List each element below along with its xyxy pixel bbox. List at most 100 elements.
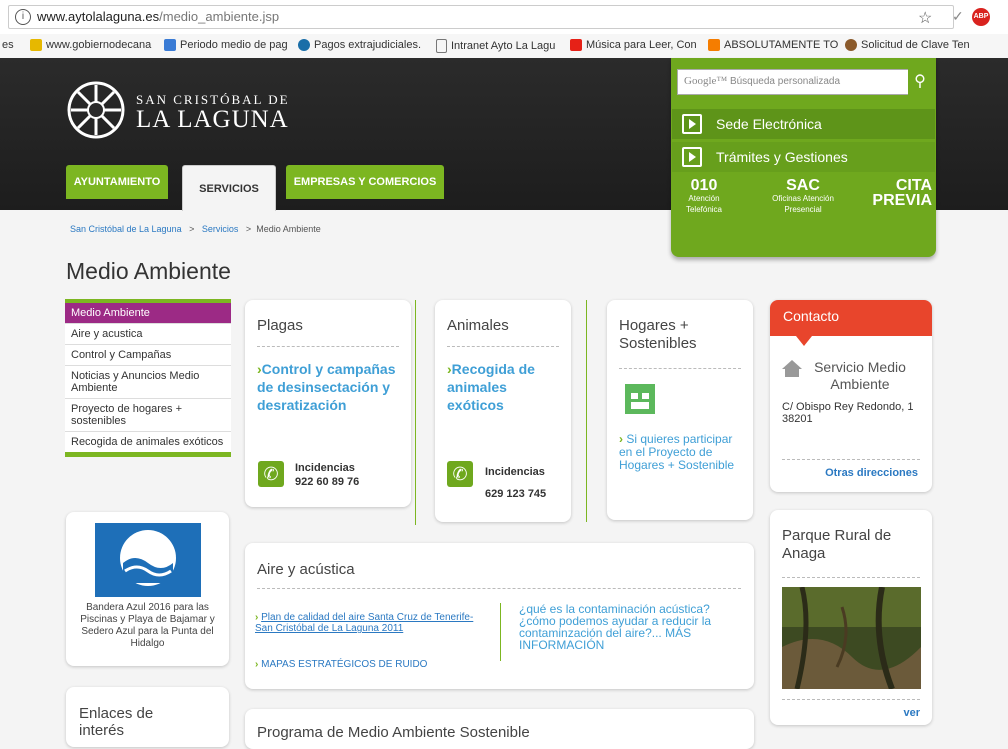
bookmark-item[interactable]: ABSOLUTAMENTE TO (708, 39, 838, 51)
sidebar-item-recogida[interactable]: Recogida de animales exóticos (65, 432, 231, 452)
plagas-link[interactable]: ›Control y campañas de desinsectación y … (257, 360, 402, 414)
bandera-azul-card[interactable]: Bandera Azul 2016 para las Piscinas y Pl… (66, 512, 229, 666)
hogares-card: Hogares + Sostenibles › Si quieres parti… (607, 300, 753, 520)
sidebar-item-control[interactable]: Control y Campañas (65, 345, 231, 366)
bookmark-item[interactable]: Pagos extrajudiciales. (298, 39, 421, 51)
contacto-address: C/ Obispo Rey Redondo, 1 38201 (782, 401, 914, 425)
breadcrumb-servicios[interactable]: Servicios (202, 224, 239, 234)
search-input[interactable]: Google™ Búsqueda personalizada (677, 69, 909, 95)
sede-electronica-button[interactable]: Sede Electrónica (672, 109, 935, 139)
bookmark-icon (164, 39, 176, 51)
bookmark-item[interactable]: es (2, 39, 14, 51)
blue-flag-logo-icon (95, 523, 201, 597)
sidebar-item-proyecto[interactable]: Proyecto de hogares + sostenibles (65, 399, 231, 432)
bookmark-icon (30, 39, 42, 51)
bookmark-item[interactable]: Periodo medio de pag (164, 39, 288, 51)
breadcrumb: San Cristóbal de La Laguna > Servicios >… (70, 224, 321, 234)
animales-card: Animales ›Recogida de animales exóticos … (435, 300, 571, 522)
contaminacion-info-link[interactable]: ¿qué es la contaminación acústica? ¿cómo… (519, 603, 739, 651)
incidencias-label: Incidencias (295, 462, 355, 474)
play-icon (682, 147, 702, 167)
divider (257, 588, 741, 589)
divider (415, 300, 416, 525)
youtube-icon (570, 39, 582, 51)
tab-empresas-y-comercios[interactable]: EMPRESAS Y COMERCIOS (286, 165, 444, 199)
seal-icon (845, 39, 857, 51)
divider (447, 346, 559, 347)
address-bar: i www.aytolalaguna.es/medio_ambiente.jsp… (0, 0, 1008, 35)
divider (782, 699, 920, 700)
play-icon (682, 114, 702, 134)
divider (782, 459, 920, 460)
plan-calidad-aire-link[interactable]: › Plan de calidad del aire Santa Cruz de… (255, 612, 480, 634)
checkmark-icon[interactable]: ✓ (952, 8, 964, 25)
plagas-card: Plagas ›Control y campañas de desinsecta… (245, 300, 411, 507)
anaga-title: Parque Rural de Anaga (782, 527, 892, 562)
enlaces-card: Enlaces de interés (66, 687, 229, 747)
sidebar-item-aire[interactable]: Aire y acustica (65, 324, 231, 345)
breadcrumb-home[interactable]: San Cristóbal de La Laguna (70, 224, 182, 234)
divider (500, 603, 501, 661)
chevron-right-icon: › (619, 432, 623, 446)
bookmark-item[interactable]: Música para Leer, Con (570, 39, 697, 51)
bandera-azul-caption: Bandera Azul 2016 para las Piscinas y Pl… (80, 602, 215, 649)
bookmark-item[interactable]: Intranet Ayto La Lagu (436, 39, 555, 53)
bookmark-item[interactable]: Solicitud de Clave Ten (845, 39, 970, 51)
mapas-ruido-link[interactable]: › MAPAS ESTRATÉGICOS DE RUIDO (255, 659, 427, 670)
bookmark-item[interactable]: www.gobiernodecana (30, 39, 151, 51)
incidencias-label: Incidencias (485, 466, 545, 478)
search-icon: ⚲ (914, 73, 926, 90)
home-icon (782, 360, 802, 380)
animales-link[interactable]: ›Recogida de animales exóticos (447, 360, 565, 414)
url-field[interactable]: i www.aytolalaguna.es/medio_ambiente.jsp (8, 5, 954, 29)
animales-title: Animales (447, 317, 509, 334)
quick-cita-previa[interactable]: CITA PREVIA (860, 178, 932, 209)
contacto-card: Contacto Servicio Medio Ambiente C/ Obis… (770, 300, 932, 492)
anaga-card: Parque Rural de Anaga ver (770, 510, 932, 725)
page-title: Medio Ambiente (66, 258, 231, 284)
aire-acustica-card: Aire y acústica › Plan de calidad del ai… (245, 543, 754, 689)
forest-photo[interactable] (782, 587, 921, 689)
divider (257, 346, 399, 347)
house-icon (625, 384, 655, 414)
sidebar-menu: Medio Ambiente Aire y acustica Control y… (65, 299, 231, 457)
search-button[interactable]: ⚲ (908, 69, 932, 95)
divider (619, 368, 741, 369)
plagas-title: Plagas (257, 317, 303, 334)
logo-emblem-icon[interactable] (66, 80, 126, 140)
quick-010[interactable]: 010 Atención Telefónica (683, 178, 725, 215)
page-icon (436, 39, 447, 53)
blogger-icon (708, 39, 720, 51)
breadcrumb-current: Medio Ambiente (256, 224, 321, 234)
bookmark-star-icon[interactable]: ☆ (918, 8, 932, 28)
phone-icon: ✆ (258, 461, 284, 487)
phone-number: 922 60 89 76 (295, 476, 360, 488)
tramites-button[interactable]: Trámites y Gestiones (672, 142, 935, 172)
bookmarks-bar: es www.gobiernodecana Periodo medio de p… (0, 34, 1008, 59)
sidebar-item-medio-ambiente[interactable]: Medio Ambiente (65, 303, 231, 324)
contacto-header: Contacto (770, 300, 932, 336)
info-icon[interactable]: i (15, 9, 31, 25)
tab-ayuntamiento[interactable]: AYUNTAMIENTO (66, 165, 168, 199)
aire-title: Aire y acústica (257, 561, 355, 578)
phone-number: 629 123 745 (485, 488, 547, 500)
wordpress-icon (298, 39, 310, 51)
hogares-title: Hogares + Sostenibles (619, 317, 697, 352)
tab-servicios[interactable]: SERVICIOS (182, 165, 276, 211)
contacto-service: Servicio Medio Ambiente (814, 359, 906, 392)
quick-sac[interactable]: SAC Oficinas Atención Presencial (762, 178, 844, 215)
url-domain: www.aytolalaguna.es (37, 9, 160, 24)
programa-title: Programa de Medio Ambiente Sostenible (257, 724, 530, 741)
sidebar-item-noticias[interactable]: Noticias y Anuncios Medio Ambiente (65, 366, 231, 399)
programa-card: Programa de Medio Ambiente Sostenible (245, 709, 754, 749)
logo-line-2: LA LAGUNA (136, 106, 289, 133)
enlaces-title: Enlaces de interés (79, 705, 154, 739)
chevron-right-icon: › (255, 612, 259, 623)
hogares-link[interactable]: › Si quieres participar en el Proyecto d… (619, 433, 745, 472)
adblock-icon[interactable]: ABP (972, 8, 990, 26)
ver-link[interactable]: ver (903, 707, 920, 719)
otras-direcciones-link[interactable]: Otras direcciones (825, 467, 918, 479)
divider (782, 577, 920, 578)
chevron-right-icon: › (255, 659, 259, 670)
divider (586, 300, 587, 522)
